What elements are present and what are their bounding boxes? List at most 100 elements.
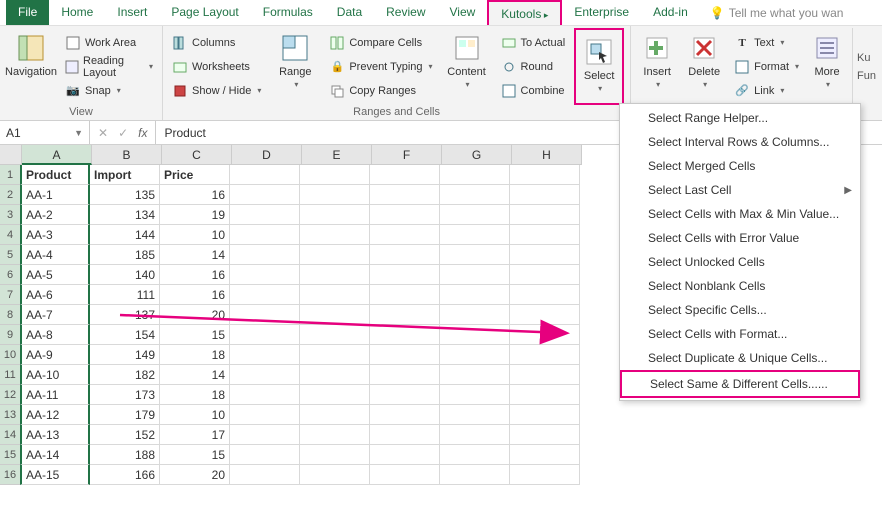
cell[interactable] [510,445,580,465]
cell[interactable] [370,425,440,445]
cell[interactable]: AA-13 [20,425,90,445]
menu-item[interactable]: Select Interval Rows & Columns... [620,130,860,154]
cell[interactable] [300,405,370,425]
cell[interactable]: 15 [160,445,230,465]
prevent-typing-button[interactable]: 🔒Prevent Typing▾ [326,56,435,78]
row-header[interactable]: 15 [0,445,22,465]
row-header[interactable]: 14 [0,425,22,445]
cell[interactable]: AA-9 [20,345,90,365]
cell[interactable] [300,325,370,345]
cell[interactable]: 15 [160,325,230,345]
cell[interactable] [300,205,370,225]
cell[interactable]: AA-15 [20,465,90,485]
menu-item[interactable]: Select Cells with Max & Min Value... [620,202,860,226]
snap-button[interactable]: 📷Snap▾ [62,80,156,102]
cell[interactable]: 185 [90,245,160,265]
cell[interactable] [440,185,510,205]
cell[interactable] [370,245,440,265]
insert-button[interactable]: Insert▾ [637,28,677,105]
cell[interactable] [370,205,440,225]
column-header-D[interactable]: D [232,145,302,165]
cell[interactable] [230,265,300,285]
row-header[interactable]: 12 [0,385,22,405]
cell[interactable] [230,225,300,245]
cell[interactable]: 18 [160,385,230,405]
cell[interactable] [440,425,510,445]
fx-icon[interactable]: fx [138,126,147,140]
cell[interactable] [370,405,440,425]
cell[interactable]: AA-4 [20,245,90,265]
name-box[interactable]: A1▼ [0,121,90,144]
tab-add-in[interactable]: Add-in [641,0,700,25]
cell[interactable] [370,365,440,385]
cell[interactable] [230,465,300,485]
row-header[interactable]: 8 [0,305,22,325]
cell[interactable]: 179 [90,405,160,425]
select-button[interactable]: Select▾ [578,32,620,95]
cell[interactable]: 152 [90,425,160,445]
cell[interactable] [370,225,440,245]
cell[interactable] [440,305,510,325]
cell[interactable]: AA-12 [20,405,90,425]
cell[interactable]: 149 [90,345,160,365]
cell[interactable] [300,165,370,185]
cell[interactable] [370,165,440,185]
column-header-H[interactable]: H [512,145,582,165]
menu-item[interactable]: Select Duplicate & Unique Cells... [620,346,860,370]
cell[interactable] [510,245,580,265]
cell[interactable] [230,345,300,365]
tab-home[interactable]: Home [49,0,105,25]
cell[interactable] [300,365,370,385]
cell[interactable] [440,365,510,385]
cell[interactable] [440,265,510,285]
row-header[interactable]: 7 [0,285,22,305]
cell[interactable]: 182 [90,365,160,385]
column-header-E[interactable]: E [302,145,372,165]
cell[interactable]: AA-11 [20,385,90,405]
cell[interactable] [300,265,370,285]
link-button[interactable]: 🔗Link▾ [731,80,802,102]
row-header[interactable]: 3 [0,205,22,225]
menu-item[interactable]: Select Cells with Format... [620,322,860,346]
cell[interactable] [510,185,580,205]
cell[interactable] [440,405,510,425]
enter-icon[interactable]: ✓ [118,126,128,140]
tell-me[interactable]: 💡Tell me what you wan [710,0,844,25]
cell[interactable] [510,225,580,245]
cell[interactable] [510,405,580,425]
cell[interactable] [300,445,370,465]
cell[interactable]: 20 [160,465,230,485]
cell[interactable]: 16 [160,285,230,305]
cell[interactable] [300,185,370,205]
cell[interactable] [370,305,440,325]
row-header[interactable]: 13 [0,405,22,425]
range-button[interactable]: Range▾ [270,28,320,105]
cell[interactable] [230,245,300,265]
row-header[interactable]: 16 [0,465,22,485]
cell[interactable] [230,385,300,405]
cell[interactable]: 10 [160,405,230,425]
cell[interactable]: AA-8 [20,325,90,345]
cell[interactable] [370,325,440,345]
cell[interactable] [440,325,510,345]
column-header-A[interactable]: A [22,145,92,165]
cell[interactable]: 20 [160,305,230,325]
cell[interactable]: Import [90,165,160,185]
tab-formulas[interactable]: Formulas [251,0,325,25]
cell[interactable] [300,245,370,265]
column-header-C[interactable]: C [162,145,232,165]
delete-button[interactable]: Delete▾ [683,28,725,105]
tab-insert[interactable]: Insert [105,0,159,25]
menu-item[interactable]: Select Last Cell▶ [620,178,860,202]
worksheets-button[interactable]: Worksheets [169,56,264,78]
select-all-corner[interactable] [0,145,22,165]
cell[interactable] [230,205,300,225]
cell[interactable]: 140 [90,265,160,285]
column-header-F[interactable]: F [372,145,442,165]
cell[interactable]: 16 [160,265,230,285]
cell[interactable]: 154 [90,325,160,345]
tab-view[interactable]: View [438,0,488,25]
cell[interactable] [230,405,300,425]
cell[interactable] [440,345,510,365]
navigation-button[interactable]: Navigation [6,28,56,105]
